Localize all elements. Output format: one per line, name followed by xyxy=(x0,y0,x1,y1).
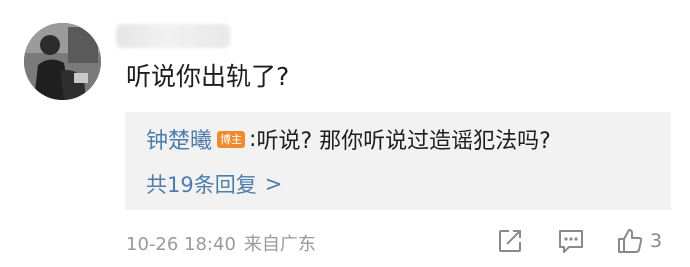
username-blurred xyxy=(116,24,230,48)
thumbs-up-icon xyxy=(618,229,643,253)
host-badge: 博主 xyxy=(217,130,246,148)
like-button[interactable]: 3 xyxy=(616,227,662,255)
reply-preview[interactable]: 钟楚曦 博主 : 听说? 那你听说过造谣犯法吗? 共19条回复 > xyxy=(125,112,671,210)
share-icon xyxy=(499,230,521,252)
comment-icon xyxy=(559,230,583,253)
reply-separator: : xyxy=(249,126,257,152)
location: 来自广东 xyxy=(243,234,316,255)
top-reply: 钟楚曦 博主 : 听说? 那你听说过造谣犯法吗? xyxy=(146,122,551,156)
share-button[interactable] xyxy=(497,227,523,255)
comment-text: 听说你出轨了? xyxy=(126,62,290,91)
like-count: 3 xyxy=(650,230,663,252)
timestamp: 10-26 18:40 xyxy=(126,234,236,255)
comment-button[interactable] xyxy=(557,227,585,255)
reply-text: 听说? 那你听说过造谣犯法吗? xyxy=(256,129,551,154)
view-replies-link[interactable]: 共19条回复 > xyxy=(146,168,282,200)
comment-meta: 10-26 18:40 来自广东 xyxy=(126,230,316,256)
reply-count-label: 共19条回复 xyxy=(146,173,257,197)
avatar[interactable] xyxy=(24,23,101,100)
reply-author[interactable]: 钟楚曦 xyxy=(146,123,212,155)
chevron-right-icon: > xyxy=(264,172,283,196)
avatar-photo xyxy=(24,23,101,100)
